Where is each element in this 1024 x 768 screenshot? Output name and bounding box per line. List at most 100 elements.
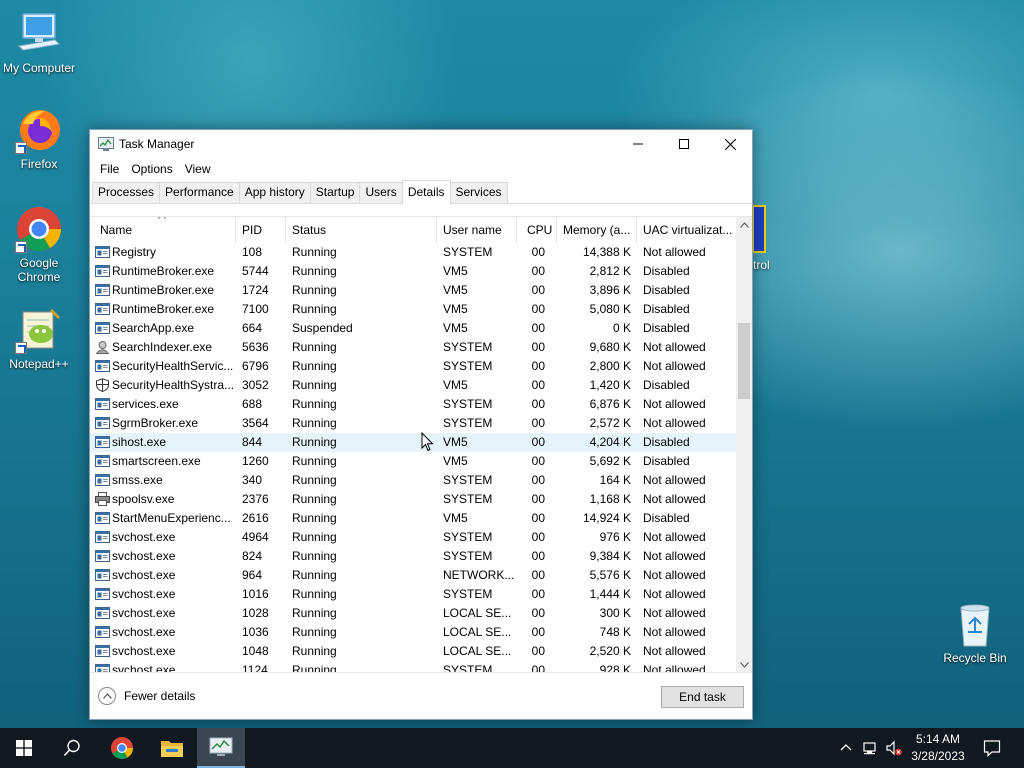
volume-muted-icon[interactable] xyxy=(886,740,902,756)
tab-startup[interactable]: Startup xyxy=(309,182,361,203)
column-header-cpu[interactable]: CPU xyxy=(517,217,557,243)
process-name: SearchIndexer.exe xyxy=(112,340,213,354)
cell-memory: 14,924 K xyxy=(582,511,631,525)
column-header-uac[interactable]: UAC virtualizat... xyxy=(637,217,736,243)
desktop-icon-recycle-bin[interactable]: Recycle Bin xyxy=(935,602,1015,665)
end-task-button[interactable]: End task xyxy=(661,686,744,708)
cell-cpu: 00 xyxy=(531,302,545,316)
table-row[interactable]: svchost.exe 1028 Running LOCAL SE... 00 300 K… xyxy=(90,604,736,623)
table-row[interactable]: svchost.exe 1048 Running LOCAL SE... 00 2,520… xyxy=(90,642,736,661)
scroll-down-button[interactable] xyxy=(736,657,752,673)
minimize-button[interactable] xyxy=(615,130,661,158)
tab-users[interactable]: Users xyxy=(359,182,403,203)
cell-pid: 1724 xyxy=(242,283,269,297)
maximize-button[interactable] xyxy=(661,130,707,158)
cell-uac: Not allowed xyxy=(643,606,706,620)
table-row[interactable]: RuntimeBroker.exe 7100 Running VM5 00 5,080 K… xyxy=(90,300,736,319)
table-row[interactable]: RuntimeBroker.exe 5744 Running VM5 00 2,812 K… xyxy=(90,262,736,281)
table-row[interactable]: sihost.exe 844 Running VM5 00 4,204 K Disabled xyxy=(90,433,736,452)
table-row[interactable]: spoolsv.exe 2376 Running SYSTEM 00 1,168 K Not… xyxy=(90,490,736,509)
process-name: SearchApp.exe xyxy=(112,321,195,335)
cell-user: SYSTEM xyxy=(443,473,493,487)
menu-options[interactable]: Options xyxy=(125,162,178,176)
process-window-icon xyxy=(95,416,110,430)
title-bar[interactable]: Task Manager xyxy=(90,130,752,158)
cell-user: VM5 xyxy=(443,321,468,335)
table-row[interactable]: Registry 108 Running SYSTEM 00 14,388 K Not al… xyxy=(90,243,736,262)
cell-user: SYSTEM xyxy=(443,397,493,411)
fewer-details-button[interactable]: Fewer details xyxy=(98,687,195,705)
table-row[interactable]: SearchApp.exe 664 Suspended VM5 00 0 K Disable… xyxy=(90,319,736,338)
taskbar-search-button[interactable] xyxy=(48,728,96,768)
process-name: RuntimeBroker.exe xyxy=(112,264,215,278)
desktop-icon-firefox[interactable]: Firefox xyxy=(0,106,79,171)
cell-user: SYSTEM xyxy=(443,359,493,373)
table-row[interactable]: SecurityHealthServic... 6796 Running SYSTEM… xyxy=(90,357,736,376)
firefox-icon xyxy=(15,106,63,154)
cell-user: VM5 xyxy=(443,454,468,468)
cell-memory: 9,384 K xyxy=(589,549,631,563)
taskbar-task-manager-button[interactable] xyxy=(197,728,245,768)
cell-memory: 976 K xyxy=(599,530,631,544)
cell-memory: 5,692 K xyxy=(589,454,631,468)
menu-view[interactable]: View xyxy=(179,162,217,176)
window-title: Task Manager xyxy=(119,137,195,151)
vertical-scrollbar[interactable] xyxy=(736,217,752,673)
table-row[interactable]: svchost.exe 1124 Running SYSTEM 00 928 K Not a… xyxy=(90,661,736,672)
table-row[interactable]: svchost.exe 824 Running SYSTEM 00 9,384 K Not … xyxy=(90,547,736,566)
notification-icon[interactable] xyxy=(983,739,1001,757)
column-header-pid[interactable]: PID xyxy=(236,217,286,243)
desktop-icon-my-computer[interactable]: My Computer xyxy=(0,10,79,75)
table-row[interactable]: SearchIndexer.exe 5636 Running SYSTEM 00 9,68… xyxy=(90,338,736,357)
table-row[interactable]: services.exe 688 Running SYSTEM 00 6,876 K Not… xyxy=(90,395,736,414)
taskbar-chrome-button[interactable] xyxy=(98,728,146,768)
cell-user: SYSTEM xyxy=(443,549,493,563)
taskbar-file-explorer-button[interactable] xyxy=(148,728,196,768)
desktop-icon-label: Google Chrome xyxy=(17,256,61,284)
task-manager-icon xyxy=(209,737,233,756)
column-header-memory[interactable]: Memory (a... xyxy=(557,217,637,243)
table-row[interactable]: svchost.exe 4964 Running SYSTEM 00 976 K Not a… xyxy=(90,528,736,547)
table-row[interactable]: svchost.exe 964 Running NETWORK... 00 5,576 K… xyxy=(90,566,736,585)
column-header-name[interactable]: Name xyxy=(90,217,236,243)
column-header-label: CPU xyxy=(527,223,553,237)
cell-pid: 664 xyxy=(242,321,263,335)
desktop-icon-google-chrome[interactable]: Google Chrome xyxy=(0,205,79,284)
table-row[interactable]: svchost.exe 1036 Running LOCAL SE... 00 748 K… xyxy=(90,623,736,642)
process-name: svchost.exe xyxy=(112,530,176,544)
cell-user: SYSTEM xyxy=(443,530,493,544)
table-row[interactable]: RuntimeBroker.exe 1724 Running VM5 00 3,896 K… xyxy=(90,281,736,300)
tab-performance[interactable]: Performance xyxy=(159,182,240,203)
table-row[interactable]: StartMenuExperienc... 2616 Running VM5 00 14,… xyxy=(90,509,736,528)
column-header-user-name[interactable]: User name xyxy=(437,217,517,243)
table-row[interactable]: SecurityHealthSystra... 3052 Running VM5 00 1… xyxy=(90,376,736,395)
table-row[interactable]: svchost.exe 1016 Running SYSTEM 00 1,444 K Not… xyxy=(90,585,736,604)
scrollbar-thumb[interactable] xyxy=(738,323,750,399)
cell-memory: 14,388 K xyxy=(582,245,631,259)
tab-services[interactable]: Services xyxy=(449,182,508,203)
cell-name: sihost.exe xyxy=(90,433,236,452)
process-name: spoolsv.exe xyxy=(112,492,175,506)
tab-processes[interactable]: Processes xyxy=(92,182,161,203)
scroll-up-button[interactable] xyxy=(736,217,752,233)
close-button[interactable] xyxy=(707,130,753,158)
menu-file[interactable]: File xyxy=(94,162,125,176)
chevron-up-icon[interactable] xyxy=(838,740,854,756)
cell-status: Running xyxy=(292,245,337,259)
table-row[interactable]: smartscreen.exe 1260 Running VM5 00 5,692 K Di… xyxy=(90,452,736,471)
taskbar-clock[interactable]: 5:14 AM 3/28/2023 xyxy=(906,731,970,765)
cell-status: Running xyxy=(292,606,337,620)
start-button[interactable] xyxy=(0,728,48,768)
cell-status: Running xyxy=(292,435,337,449)
network-icon[interactable] xyxy=(863,740,879,756)
desktop-icon-notepad-plus-plus[interactable]: Notepad++ xyxy=(0,306,79,371)
table-row[interactable]: SgrmBroker.exe 3564 Running SYSTEM 00 2,572 K… xyxy=(90,414,736,433)
process-window-icon xyxy=(95,568,110,582)
tab-details[interactable]: Details xyxy=(401,180,451,204)
cell-cpu: 00 xyxy=(531,416,545,430)
table-body: Registry 108 Running SYSTEM 00 14,388 K Not al… xyxy=(90,243,736,672)
tab-app-history[interactable]: App history xyxy=(238,182,311,203)
column-header-status[interactable]: Status xyxy=(286,217,437,243)
process-name: RuntimeBroker.exe xyxy=(112,283,215,297)
table-row[interactable]: smss.exe 340 Running SYSTEM 00 164 K Not allow… xyxy=(90,471,736,490)
